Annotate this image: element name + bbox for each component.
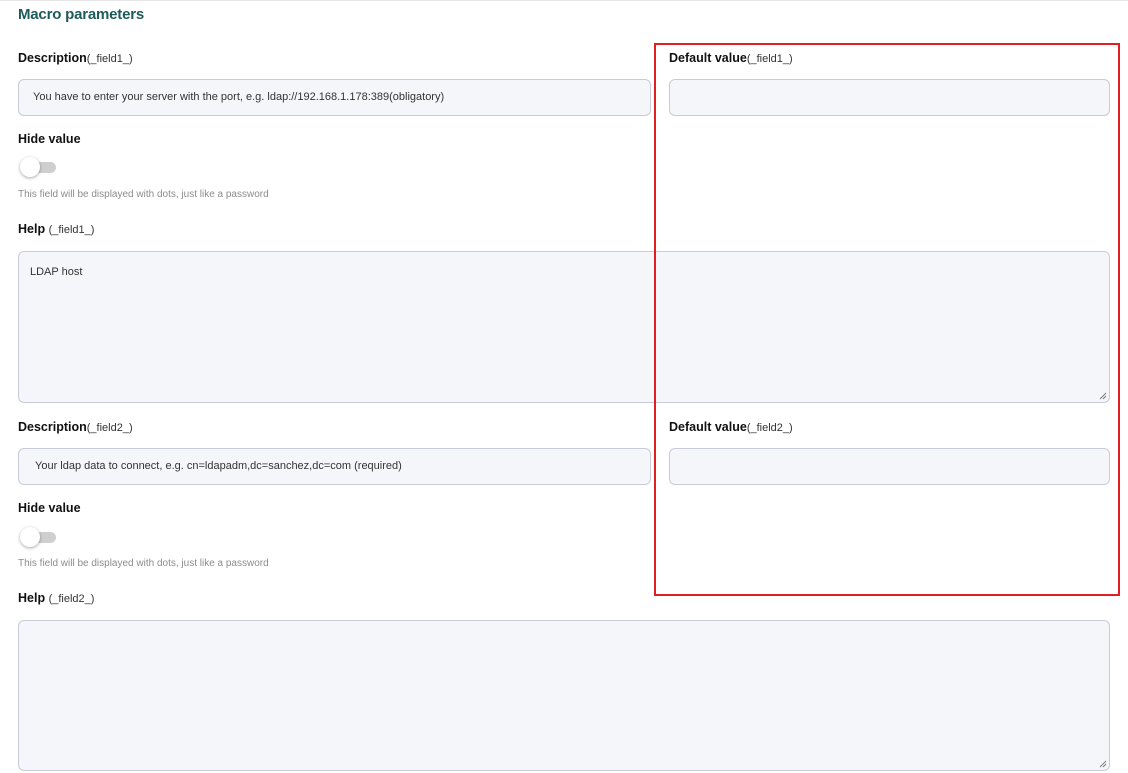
field1-default-value-input[interactable]	[669, 79, 1110, 116]
field1-help-textarea[interactable]: LDAP host	[18, 251, 1110, 403]
field1-help-text: LDAP host	[30, 266, 83, 278]
field1-description-label-suffix: (_field1_)	[86, 53, 133, 65]
field1-hide-value-label-text: Hide value	[18, 132, 81, 146]
top-divider	[0, 0, 1128, 1]
field1-hide-value-toggle[interactable]	[18, 157, 56, 177]
field2-hide-value-label-text: Hide value	[18, 501, 81, 515]
field1-description-label-text: Description	[18, 51, 87, 65]
field2-help-textarea[interactable]	[18, 620, 1110, 771]
field2-help-label-suffix: (_field2_)	[48, 593, 95, 605]
field2-description-label-text: Description	[18, 420, 87, 434]
field1-default-label-text: Default value	[669, 51, 747, 65]
field2-default-label-suffix: (_field2_)	[746, 422, 793, 434]
resize-grip-icon[interactable]	[1099, 392, 1107, 400]
field1-help-label-text: Help	[18, 222, 46, 236]
toggle-knob	[20, 527, 40, 547]
field2-description-input[interactable]: Your ldap data to connect, e.g. cn=ldapa…	[18, 448, 651, 485]
field2-hide-value-hint: This field will be displayed with dots, …	[18, 558, 269, 569]
field2-default-value-input[interactable]	[669, 448, 1110, 485]
field2-default-label: Default value(_field2_)	[669, 420, 793, 434]
field2-description-label-suffix: (_field2_)	[86, 422, 133, 434]
field2-default-label-text: Default value	[669, 420, 747, 434]
toggle-knob	[20, 157, 40, 177]
field1-default-label: Default value(_field1_)	[669, 51, 793, 65]
field1-help-label: Help (_field1_)	[18, 222, 94, 236]
field1-help-label-suffix: (_field1_)	[48, 224, 95, 236]
field1-hide-value-label: Hide value	[18, 132, 81, 146]
field1-hide-value-hint: This field will be displayed with dots, …	[18, 189, 269, 200]
field2-hide-value-label: Hide value	[18, 501, 81, 515]
resize-grip-icon[interactable]	[1099, 760, 1107, 768]
field1-default-label-suffix: (_field1_)	[746, 53, 793, 65]
field1-description-label: Description(_field1_)	[18, 51, 133, 65]
macro-parameters-page: Macro parameters Description(_field1_) Y…	[0, 0, 1128, 773]
field1-description-input[interactable]: You have to enter your server with the p…	[18, 79, 651, 116]
field2-hide-value-toggle[interactable]	[18, 527, 56, 547]
field2-help-label-text: Help	[18, 591, 46, 605]
field2-help-label: Help (_field2_)	[18, 591, 94, 605]
field2-description-label: Description(_field2_)	[18, 420, 133, 434]
section-title: Macro parameters	[18, 6, 145, 23]
